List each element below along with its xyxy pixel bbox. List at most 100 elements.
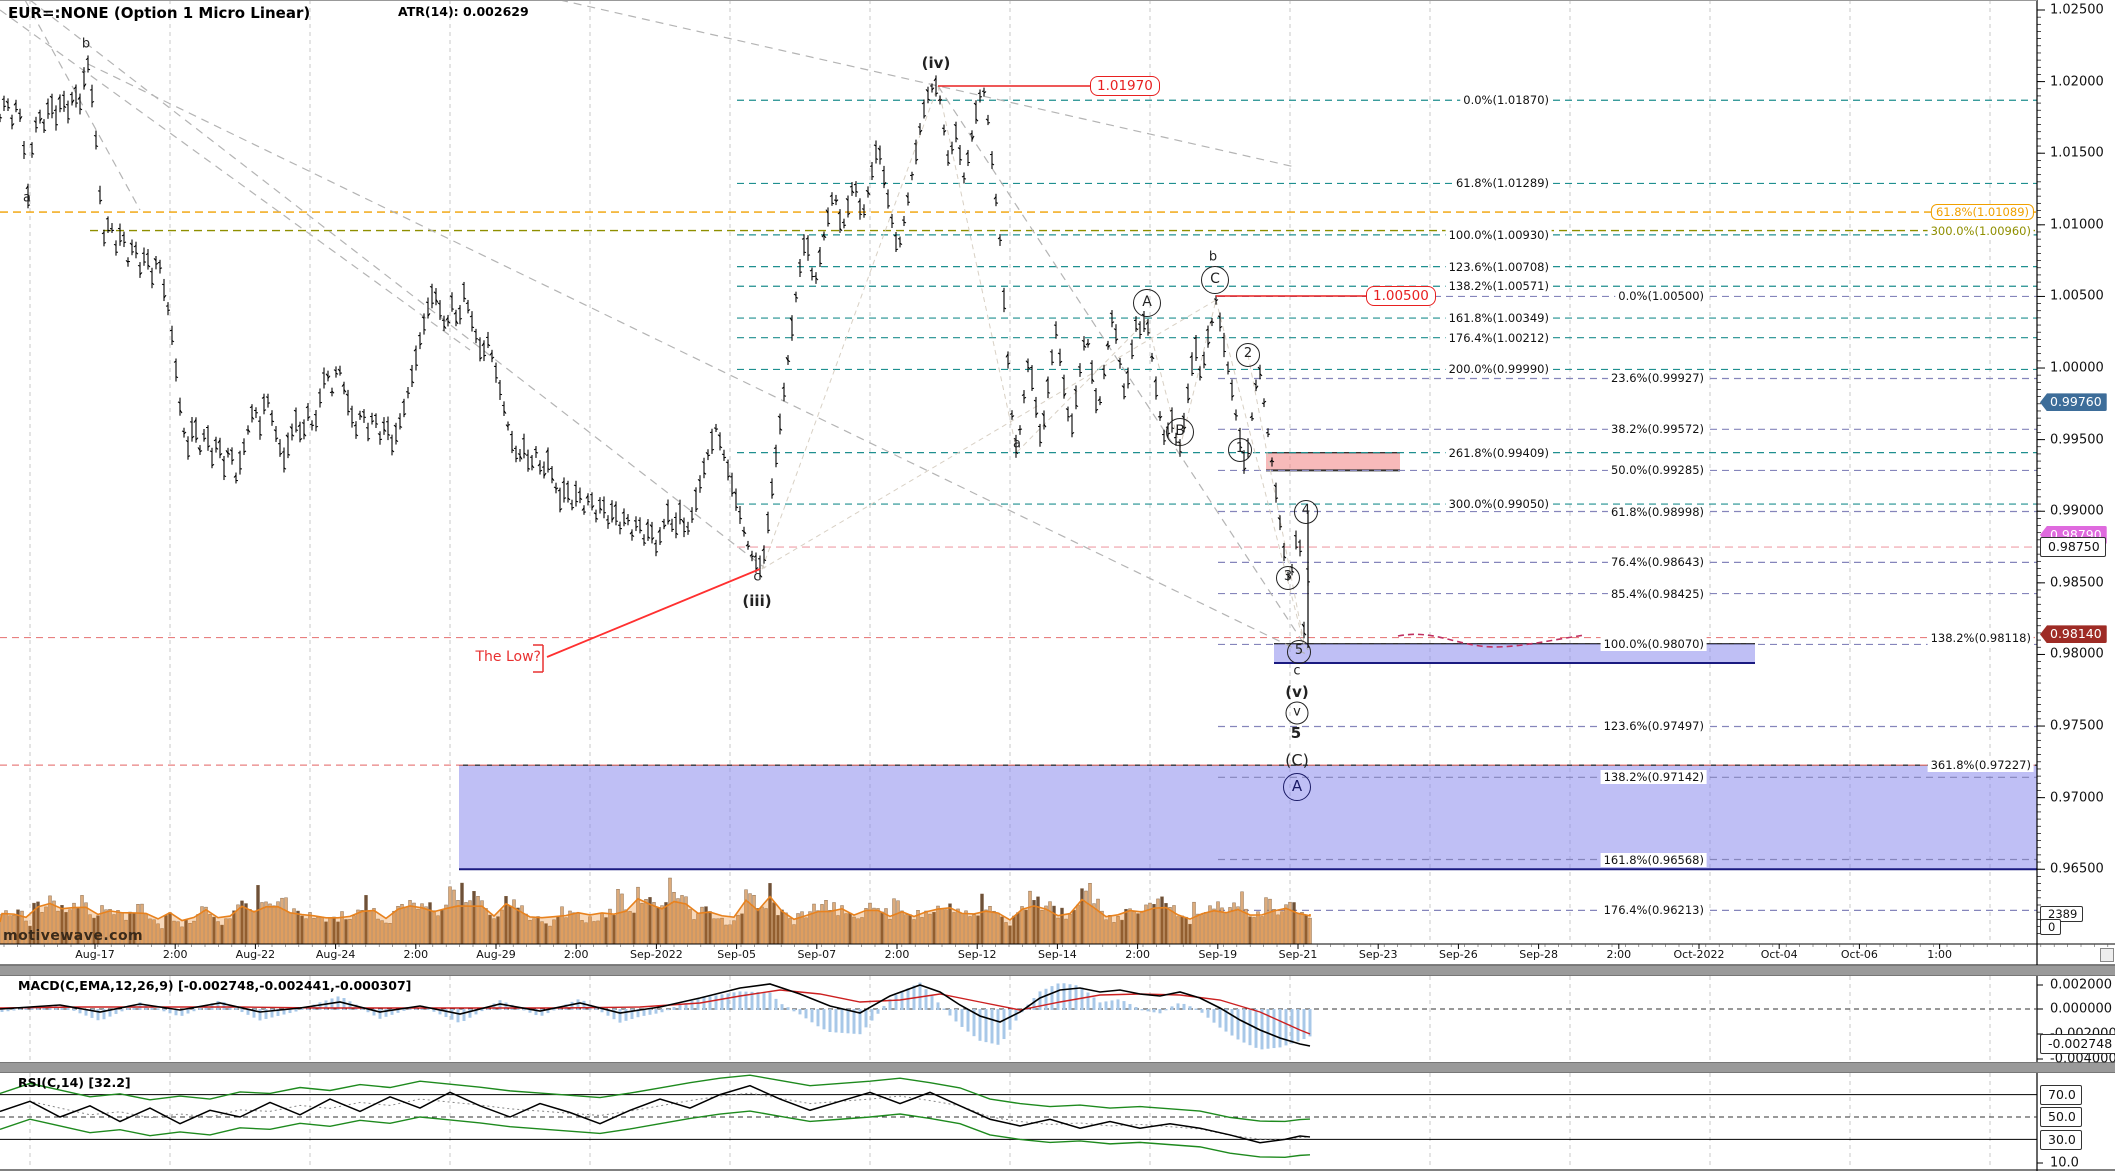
elliott-wave-label[interactable]: (C) xyxy=(1285,751,1309,770)
price-axis-tick: 0.99500 xyxy=(2050,432,2104,447)
price-axis-tick: 1.01000 xyxy=(2050,217,2104,232)
level-line-label: 300.0%(1.00960) xyxy=(1928,224,2034,238)
time-axis-label[interactable]: 2:00 xyxy=(1606,948,1631,961)
fib-level-label: 0.0%(1.00500) xyxy=(1615,289,1707,303)
time-axis-label[interactable]: 2:00 xyxy=(564,948,589,961)
fib-level-label: 23.6%(0.99927) xyxy=(1608,371,1707,385)
elliott-wave-label[interactable]: a xyxy=(1013,437,1021,452)
fib-level-label: 361.8%(0.97227) xyxy=(1928,758,2034,772)
time-axis-label[interactable]: Sep-23 xyxy=(1359,948,1398,961)
elliott-wave-label[interactable]: 5 xyxy=(1291,724,1301,742)
rsi-label: RSI(C,14) [32.2] xyxy=(18,1075,131,1090)
elliott-wave-label[interactable]: v xyxy=(1286,702,1309,725)
elliott-wave-label[interactable]: (v) xyxy=(1285,683,1309,701)
volume-axis-tag: 0 xyxy=(2040,919,2061,935)
fib-level-label: 176.4%(0.96213) xyxy=(1601,903,1707,917)
price-axis-tick: 0.99000 xyxy=(2050,504,2104,519)
time-axis-label[interactable]: Sep-26 xyxy=(1439,948,1478,961)
time-axis-label[interactable]: 1:00 xyxy=(1927,948,1952,961)
panel-separator[interactable] xyxy=(0,965,2115,976)
time-axis-label[interactable]: Sep-07 xyxy=(797,948,836,961)
fib-level-label: 123.6%(1.00708) xyxy=(1446,260,1552,274)
rsi-level-tag: 30.0 xyxy=(2040,1130,2082,1150)
elliott-wave-label[interactable]: 5 xyxy=(1287,640,1311,664)
price-axis-tick: 1.02000 xyxy=(2050,74,2104,89)
time-axis-label[interactable]: Aug-22 xyxy=(236,948,275,961)
price-axis-tick: 1.00000 xyxy=(2050,361,2104,376)
time-axis-label[interactable]: Sep-12 xyxy=(958,948,997,961)
axis-settings-icon[interactable] xyxy=(2100,948,2114,962)
price-axis-tick: 1.00500 xyxy=(2050,289,2104,304)
time-axis-label[interactable]: Sep-28 xyxy=(1519,948,1558,961)
elliott-wave-label[interactable]: 1 xyxy=(1228,438,1252,462)
the-low-annotation[interactable]: The Low? xyxy=(476,649,542,665)
time-axis-label[interactable]: Sep-21 xyxy=(1279,948,1318,961)
elliott-wave-label[interactable]: B xyxy=(1166,418,1194,446)
price-axis-tick: 0.97500 xyxy=(2050,719,2104,734)
level-line-label: 61.8%(1.01089) xyxy=(1931,204,2034,220)
fib-level-label: 261.8%(0.99409) xyxy=(1446,446,1552,460)
elliott-wave-label[interactable]: (iii) xyxy=(742,592,771,610)
macd-axis-tick: 0.000000 xyxy=(2050,1002,2112,1017)
fib-level-label: 176.4%(1.00212) xyxy=(1446,331,1552,345)
fib-level-label: 138.2%(0.98118) xyxy=(1928,631,2034,645)
time-axis-label[interactable]: Oct-06 xyxy=(1841,948,1878,961)
time-axis-label[interactable]: Oct-2022 xyxy=(1674,948,1725,961)
time-axis-label[interactable]: Aug-29 xyxy=(476,948,515,961)
elliott-wave-label[interactable]: (iv) xyxy=(922,54,951,72)
elliott-wave-label[interactable]: C xyxy=(1201,266,1229,294)
macd-axis-tick: 0.002000 xyxy=(2050,978,2112,993)
chart-window: EUR=:NONE (Option 1 Micro Linear) ATR(14… xyxy=(0,0,2115,1171)
price-axis-tick: 1.02500 xyxy=(2050,3,2104,18)
watermark: motivewave.com xyxy=(3,928,143,944)
elliott-wave-label[interactable]: 4 xyxy=(1294,500,1318,524)
price-callout[interactable]: 1.00500 xyxy=(1366,286,1436,306)
time-axis-label[interactable]: Aug-17 xyxy=(75,948,114,961)
time-axis-label[interactable]: Sep-2022 xyxy=(630,948,683,961)
time-axis-label[interactable]: 2:00 xyxy=(885,948,910,961)
elliott-wave-label[interactable]: A xyxy=(1133,289,1161,317)
price-axis-tick: 0.98500 xyxy=(2050,575,2104,590)
fib-level-label: 50.0%(0.99285) xyxy=(1608,463,1707,477)
time-axis-label[interactable]: Sep-14 xyxy=(1038,948,1077,961)
elliott-wave-label[interactable]: 2 xyxy=(1236,343,1260,367)
fib-level-label: 61.8%(1.01289) xyxy=(1453,176,1552,190)
fib-level-label: 100.0%(0.98070) xyxy=(1601,637,1707,651)
symbol-title: EUR=:NONE (Option 1 Micro Linear) xyxy=(8,4,310,22)
elliott-wave-label[interactable]: b xyxy=(82,37,90,52)
price-callout[interactable]: 1.01970 xyxy=(1090,76,1160,96)
panel-separator[interactable] xyxy=(0,1062,2115,1073)
fib-level-label: 100.0%(1.00930) xyxy=(1446,228,1552,242)
macd-value-tag: -0.002748 xyxy=(2040,1034,2115,1054)
time-axis-label[interactable]: 2:00 xyxy=(403,948,428,961)
elliott-wave-label[interactable]: c xyxy=(753,570,760,585)
fib-level-label: 161.8%(0.96568) xyxy=(1601,853,1707,867)
rsi-level-tag: 50.0 xyxy=(2040,1107,2082,1127)
time-axis-label[interactable]: Oct-04 xyxy=(1761,948,1798,961)
main-chart-canvas[interactable] xyxy=(0,0,2115,1171)
atr-value: ATR(14): 0.002629 xyxy=(398,4,529,19)
elliott-wave-label[interactable]: b xyxy=(1209,250,1217,265)
low-price-tag[interactable]: 0.98140 xyxy=(2040,625,2107,643)
fib-level-label: 200.0%(0.99990) xyxy=(1446,362,1552,376)
elliott-wave-label[interactable]: a xyxy=(23,191,31,206)
elliott-wave-label[interactable]: A xyxy=(1283,773,1311,801)
time-axis-label[interactable]: 2:00 xyxy=(163,948,188,961)
rsi-axis-tick: 10.0 xyxy=(2050,1156,2079,1171)
last-price-tag[interactable]: 0.99760 xyxy=(2040,393,2107,411)
elliott-wave-label[interactable]: c xyxy=(1293,664,1300,679)
time-axis-label[interactable]: Aug-24 xyxy=(316,948,355,961)
time-axis-label[interactable]: Sep-05 xyxy=(717,948,756,961)
time-axis-label[interactable]: Sep-19 xyxy=(1198,948,1237,961)
fib-level-label: 300.0%(0.99050) xyxy=(1446,497,1552,511)
fib-level-label: 161.8%(1.00349) xyxy=(1446,311,1552,325)
rsi-level-tag: 70.0 xyxy=(2040,1085,2082,1105)
fib-level-label: 138.2%(0.97142) xyxy=(1601,770,1707,784)
time-axis-label[interactable]: 2:00 xyxy=(1125,948,1150,961)
alert-price-tag[interactable]: 0.98750 xyxy=(2040,537,2106,557)
macd-label: MACD(C,EMA,12,26,9) [-0.002748,-0.002441… xyxy=(18,978,411,993)
price-axis-tick: 0.98000 xyxy=(2050,647,2104,662)
elliott-wave-label[interactable]: 3 xyxy=(1276,566,1300,590)
fib-level-label: 0.0%(1.01870) xyxy=(1460,93,1552,107)
fib-level-label: 61.8%(0.98998) xyxy=(1608,505,1707,519)
